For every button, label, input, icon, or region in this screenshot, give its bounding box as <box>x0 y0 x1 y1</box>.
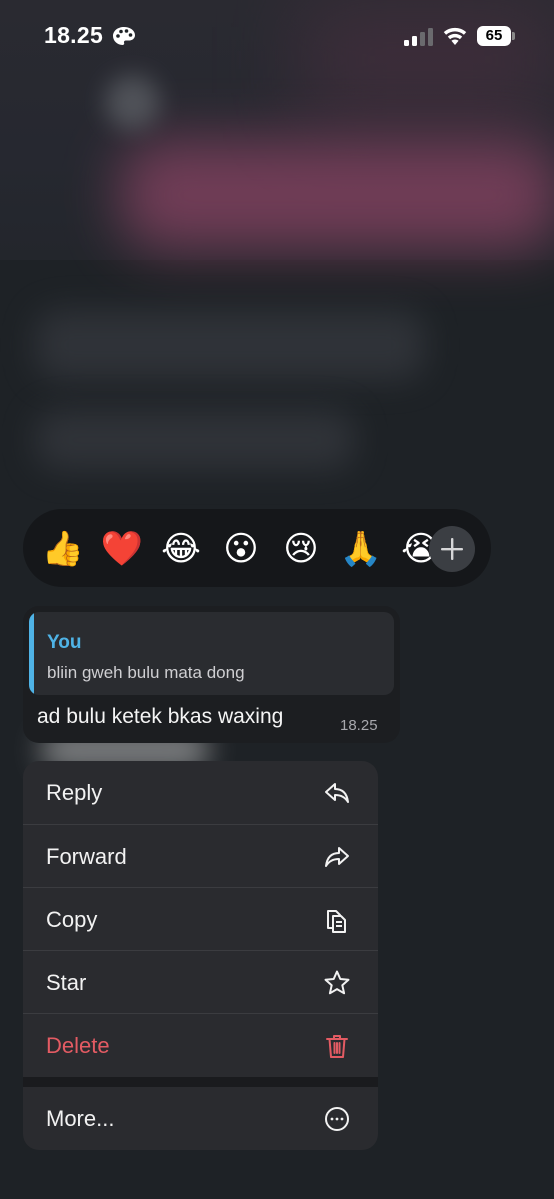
message-text: ad bulu ketek bkas waxing <box>37 705 284 728</box>
cellular-signal-icon <box>404 28 433 46</box>
quote-author: You <box>47 632 82 653</box>
status-bar: 18.25 65 <box>0 0 554 74</box>
battery-indicator: 65 <box>477 26 515 46</box>
selected-message-bubble: You bliin gweh bulu mata dong ad bulu ke… <box>23 606 400 743</box>
status-time: 18.25 <box>44 22 104 48</box>
blurred-bubble <box>35 310 425 380</box>
reaction-laughing[interactable]: 😂 <box>159 527 203 571</box>
battery-cap <box>512 32 515 40</box>
menu-section-separator <box>23 1077 378 1087</box>
blurred-bubble <box>35 410 355 470</box>
reaction-thumbs-up[interactable]: 👍 <box>41 527 85 571</box>
menu-item-more[interactable]: More... <box>23 1087 378 1150</box>
reply-icon <box>325 783 349 803</box>
forward-icon <box>325 847 349 867</box>
menu-item-label: Reply <box>46 780 103 805</box>
reaction-picker: 👍 ❤️ 😂 😮 😢 🙏 😭 <box>23 509 491 587</box>
menu-item-star[interactable]: Star <box>23 951 378 1014</box>
menu-item-label: More... <box>46 1106 115 1131</box>
reaction-praying-hands[interactable]: 🙏 <box>339 527 383 571</box>
menu-item-label: Delete <box>46 1033 110 1058</box>
menu-item-copy[interactable]: Copy <box>23 888 378 951</box>
wifi-icon <box>443 27 467 45</box>
battery-level: 65 <box>477 26 511 46</box>
reaction-surprised[interactable]: 😮 <box>219 527 263 571</box>
trash-icon <box>326 1035 348 1058</box>
menu-item-label: Copy <box>46 907 98 932</box>
message-context-menu: Reply Forward Copy Star Delete More... <box>23 761 378 1150</box>
star-icon <box>324 970 350 995</box>
quote-accent-bar <box>29 612 34 695</box>
blurred-avatar <box>105 75 160 130</box>
menu-item-delete[interactable]: Delete <box>23 1014 378 1077</box>
message-timestamp: 18.25 <box>340 717 378 734</box>
menu-item-reply[interactable]: Reply <box>23 761 378 824</box>
menu-item-label: Star <box>46 970 87 995</box>
menu-item-forward[interactable]: Forward <box>23 825 378 888</box>
copy-icon <box>327 910 346 933</box>
reaction-crying[interactable]: 😢 <box>279 527 323 571</box>
palette-icon <box>113 27 135 45</box>
more-reactions-button[interactable] <box>429 526 475 572</box>
quote-text: bliin gweh bulu mata dong <box>47 663 245 682</box>
blurred-pink-bubble <box>120 140 554 250</box>
more-icon <box>325 1107 349 1131</box>
menu-item-label: Forward <box>46 844 127 869</box>
plus-icon <box>441 538 463 560</box>
quoted-reply[interactable]: You bliin gweh bulu mata dong <box>29 612 394 695</box>
reaction-heart[interactable]: ❤️ <box>100 527 144 571</box>
